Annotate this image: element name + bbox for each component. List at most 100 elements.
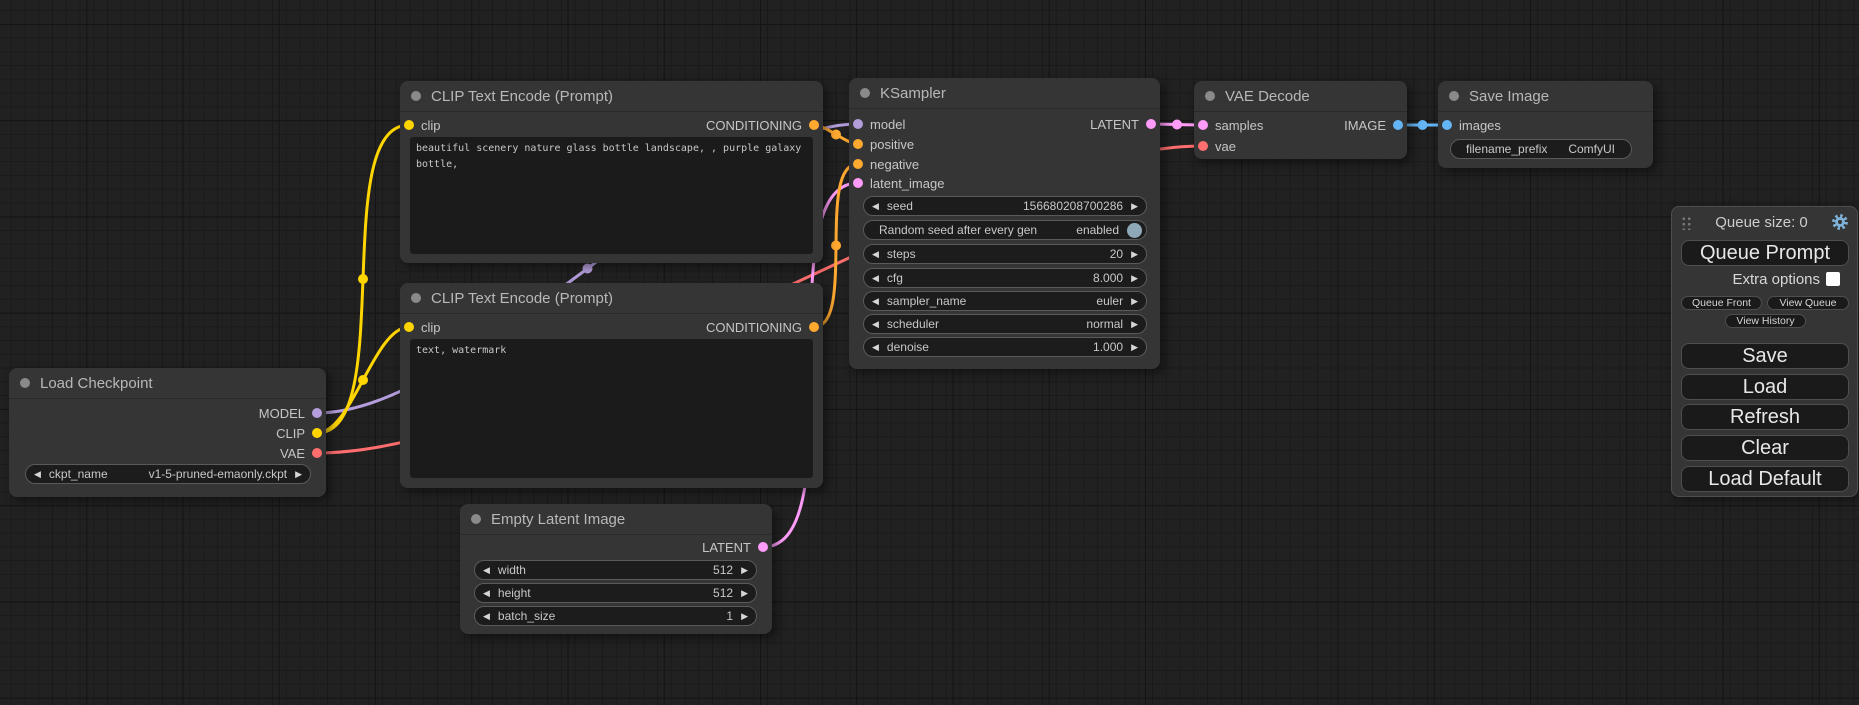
negative-prompt-textarea[interactable]: text, watermark xyxy=(410,339,813,478)
input-port-latent-image[interactable] xyxy=(853,178,863,188)
collapse-dot-icon[interactable] xyxy=(20,378,30,388)
output-vae: VAE xyxy=(280,443,322,463)
node-clip-text-encode-negative[interactable]: CLIP Text Encode (Prompt) clip CONDITION… xyxy=(400,283,823,488)
node-empty-latent-image[interactable]: Empty Latent Image LATENT ◀ width 512 ▶ … xyxy=(460,504,772,634)
node-title-bar[interactable]: CLIP Text Encode (Prompt) xyxy=(400,283,823,314)
input-vae: vae xyxy=(1198,136,1236,156)
widget-cfg[interactable]: ◀ cfg 8.000 ▶ xyxy=(863,268,1147,288)
input-port-model[interactable] xyxy=(853,119,863,129)
settings-gear-icon[interactable] xyxy=(1831,213,1849,231)
node-save-image[interactable]: Save Image images filename_prefix ComfyU… xyxy=(1438,81,1653,168)
widget-steps[interactable]: ◀ steps 20 ▶ xyxy=(863,244,1147,264)
collapse-dot-icon[interactable] xyxy=(411,91,421,101)
extra-options-checkbox[interactable] xyxy=(1826,272,1840,286)
input-port-samples[interactable] xyxy=(1198,120,1208,130)
view-queue-button[interactable]: View Queue xyxy=(1767,296,1849,310)
load-button[interactable]: Load xyxy=(1681,374,1849,400)
widget-width[interactable]: ◀ width 512 ▶ xyxy=(474,560,757,580)
increment-arrow-icon[interactable]: ▶ xyxy=(1131,297,1138,306)
widget-random-seed-toggle[interactable]: Random seed after every gen enabled xyxy=(863,220,1147,240)
widget-batch-size[interactable]: ◀ batch_size 1 ▶ xyxy=(474,606,757,626)
increment-arrow-icon[interactable]: ▶ xyxy=(1131,250,1138,259)
increment-arrow-icon[interactable]: ▶ xyxy=(741,612,748,621)
node-clip-text-encode-positive[interactable]: CLIP Text Encode (Prompt) clip CONDITION… xyxy=(400,81,823,263)
increment-arrow-icon[interactable]: ▶ xyxy=(1131,343,1138,352)
comfyui-canvas[interactable]: { "icons": {"left_arrow": "◀", "right_ar… xyxy=(0,0,1859,705)
link-midpoint-dot[interactable] xyxy=(1418,120,1428,130)
node-title-bar[interactable]: Empty Latent Image xyxy=(460,504,772,535)
increment-arrow-icon[interactable]: ▶ xyxy=(741,589,748,598)
link-midpoint-dot[interactable] xyxy=(831,130,841,140)
decrement-arrow-icon[interactable]: ◀ xyxy=(34,470,41,479)
output-port-latent[interactable] xyxy=(1146,119,1156,129)
load-default-button[interactable]: Load Default xyxy=(1681,466,1849,492)
collapse-dot-icon[interactable] xyxy=(860,88,870,98)
node-ksampler[interactable]: KSampler model positive negative latent_… xyxy=(849,78,1160,369)
collapse-dot-icon[interactable] xyxy=(471,514,481,524)
refresh-button[interactable]: Refresh xyxy=(1681,404,1849,430)
queue-menu-panel: Queue size: 0 Queue Prompt Extra options… xyxy=(1671,206,1858,497)
output-port-model[interactable] xyxy=(312,408,322,418)
node-load-checkpoint[interactable]: Load Checkpoint MODEL CLIP VAE ◀ ckpt_na… xyxy=(9,368,326,497)
drag-handle-icon[interactable] xyxy=(1681,215,1692,230)
output-port-latent[interactable] xyxy=(758,542,768,552)
input-port-positive[interactable] xyxy=(853,139,863,149)
collapse-dot-icon[interactable] xyxy=(1205,91,1215,101)
link-midpoint-dot[interactable] xyxy=(358,274,368,284)
node-title-bar[interactable]: VAE Decode xyxy=(1194,81,1407,112)
collapse-dot-icon[interactable] xyxy=(1449,91,1459,101)
widget-height[interactable]: ◀ height 512 ▶ xyxy=(474,583,757,603)
widget-filename-prefix[interactable]: filename_prefix ComfyUI xyxy=(1450,139,1632,159)
node-title-bar[interactable]: CLIP Text Encode (Prompt) xyxy=(400,81,823,112)
output-port-clip[interactable] xyxy=(312,428,322,438)
input-port-vae[interactable] xyxy=(1198,141,1208,151)
input-port-clip[interactable] xyxy=(404,322,414,332)
increment-arrow-icon[interactable]: ▶ xyxy=(295,470,302,479)
decrement-arrow-icon[interactable]: ◀ xyxy=(872,274,879,283)
input-negative: negative xyxy=(853,154,919,174)
increment-arrow-icon[interactable]: ▶ xyxy=(1131,320,1138,329)
queue-front-button[interactable]: Queue Front xyxy=(1681,296,1762,310)
node-title-bar[interactable]: Load Checkpoint xyxy=(9,368,326,399)
node-vae-decode[interactable]: VAE Decode samples vae IMAGE xyxy=(1194,81,1407,159)
node-title-bar[interactable]: Save Image xyxy=(1438,81,1653,112)
widget-seed[interactable]: ◀ seed 156680208700286 ▶ xyxy=(863,196,1147,216)
toggle-circle[interactable] xyxy=(1127,223,1142,238)
link-midpoint-dot[interactable] xyxy=(358,375,368,385)
save-button[interactable]: Save xyxy=(1681,343,1849,369)
widget-denoise[interactable]: ◀ denoise 1.000 ▶ xyxy=(863,337,1147,357)
widget-ckpt-name[interactable]: ◀ ckpt_name v1-5-pruned-emaonly.ckpt ▶ xyxy=(25,464,311,484)
output-port-image[interactable] xyxy=(1393,120,1403,130)
input-port-negative[interactable] xyxy=(853,159,863,169)
widget-sampler-name[interactable]: ◀ sampler_name euler ▶ xyxy=(863,291,1147,311)
decrement-arrow-icon[interactable]: ◀ xyxy=(872,343,879,352)
link-midpoint-dot[interactable] xyxy=(831,241,841,251)
decrement-arrow-icon[interactable]: ◀ xyxy=(483,612,490,621)
clear-button[interactable]: Clear xyxy=(1681,435,1849,461)
collapse-dot-icon[interactable] xyxy=(411,293,421,303)
link-midpoint-dot[interactable] xyxy=(1172,120,1182,130)
output-port-vae[interactable] xyxy=(312,448,322,458)
queue-prompt-button[interactable]: Queue Prompt xyxy=(1681,240,1849,266)
link-midpoint-dot[interactable] xyxy=(583,264,593,274)
decrement-arrow-icon[interactable]: ◀ xyxy=(872,202,879,211)
positive-prompt-textarea[interactable]: beautiful scenery nature glass bottle la… xyxy=(410,137,813,254)
increment-arrow-icon[interactable]: ▶ xyxy=(1131,202,1138,211)
input-port-clip[interactable] xyxy=(404,120,414,130)
decrement-arrow-icon[interactable]: ◀ xyxy=(483,566,490,575)
decrement-arrow-icon[interactable]: ◀ xyxy=(872,320,879,329)
increment-arrow-icon[interactable]: ▶ xyxy=(1131,274,1138,283)
output-port-conditioning[interactable] xyxy=(809,322,819,332)
input-port-images[interactable] xyxy=(1442,120,1452,130)
decrement-arrow-icon[interactable]: ◀ xyxy=(872,250,879,259)
node-title-bar[interactable]: KSampler xyxy=(849,78,1160,109)
output-image: IMAGE xyxy=(1344,115,1403,135)
node-title: VAE Decode xyxy=(1225,88,1310,105)
node-title: KSampler xyxy=(880,85,946,102)
widget-scheduler[interactable]: ◀ scheduler normal ▶ xyxy=(863,314,1147,334)
view-history-button[interactable]: View History xyxy=(1725,314,1806,328)
increment-arrow-icon[interactable]: ▶ xyxy=(741,566,748,575)
decrement-arrow-icon[interactable]: ◀ xyxy=(872,297,879,306)
decrement-arrow-icon[interactable]: ◀ xyxy=(483,589,490,598)
output-port-conditioning[interactable] xyxy=(809,120,819,130)
